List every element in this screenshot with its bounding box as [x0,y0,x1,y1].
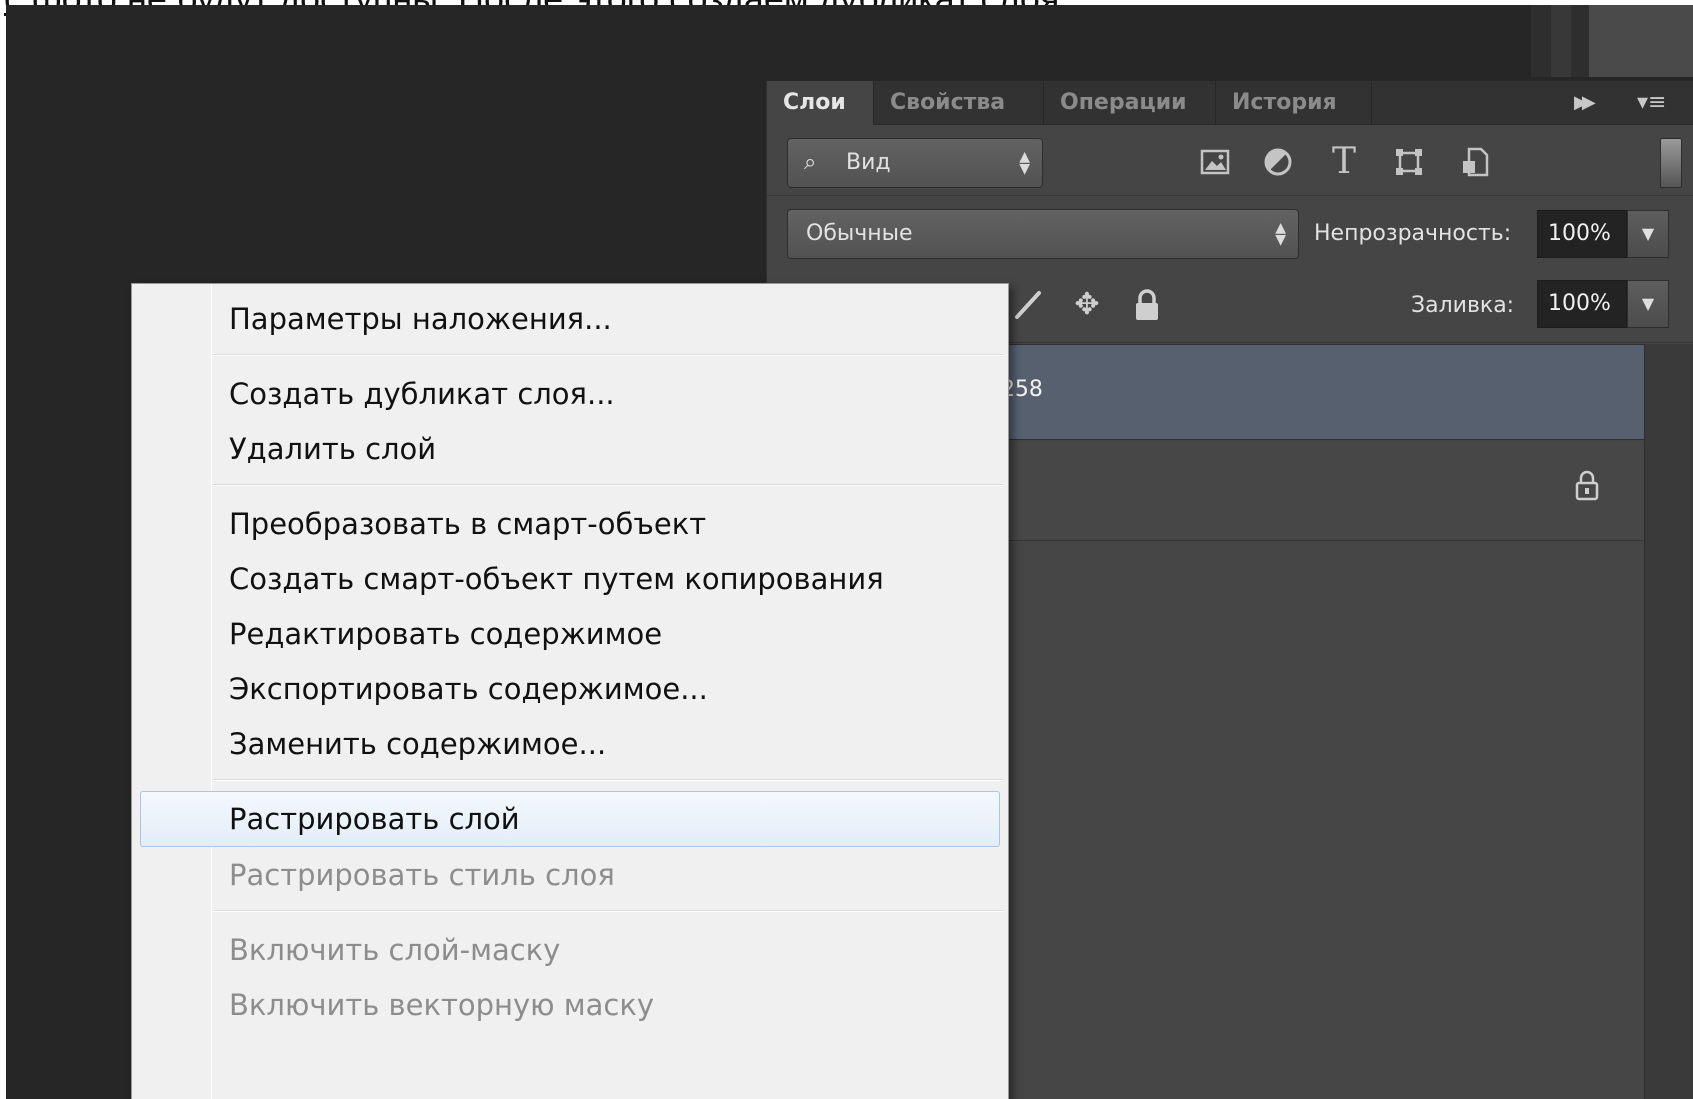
panel-tab-bar: Слои Свойства Операции История ▶▶ ▾≡ [767,81,1693,125]
tab-properties[interactable]: Свойства [874,81,1044,125]
menu-item-replace-contents[interactable]: Заменить содержимое... [140,716,1000,772]
filter-toggle-switch[interactable] [1660,138,1682,188]
blend-row: Обычные ▲ ▼ Непрозрачность: 100% ▼ [767,197,1693,267]
panel-dock-block [1589,5,1693,77]
menu-item-duplicate-layer[interactable]: Создать дубликат слоя... [140,366,1000,422]
menu-item-blending-options[interactable]: Параметры наложения... [140,291,1000,347]
photoshop-window: Слои Свойства Операции История ▶▶ ▾≡ ⌕ В… [6,5,1693,1099]
menu-item-export-contents[interactable]: Экспортировать содержимое... [140,661,1000,717]
layer-filter-row: ⌕ Вид ▲ ▼ T [767,126,1693,196]
search-icon: ⌕ [804,150,817,175]
shape-filter-icon[interactable] [1387,140,1431,184]
menu-item-convert-to-smart-object[interactable]: Преобразовать в смарт-объект [140,496,1000,552]
menu-separator [213,484,1003,486]
fill-input[interactable]: 100% [1537,280,1627,328]
type-filter-icon[interactable]: T [1322,140,1366,184]
tab-layers[interactable]: Слои [767,81,874,125]
filter-kind-value: Вид [846,150,891,175]
tab-history[interactable]: История [1216,81,1372,125]
chevron-down-icon[interactable]: ▼ [1627,210,1669,258]
menu-item-new-smart-object-via-copy[interactable]: Создать смарт-объект путем копирования [140,551,1000,607]
chevron-down-icon[interactable]: ▼ [1627,280,1669,328]
filter-kind-select[interactable]: ⌕ Вид ▲ ▼ [787,138,1043,188]
menu-item-enable-layer-mask[interactable]: Включить слой-маску [140,922,1000,978]
adjustment-filter-icon[interactable] [1256,140,1300,184]
fill-label: Заливка: [1411,293,1515,318]
menu-item-rasterize-layer-style[interactable]: Растрировать стиль слоя [140,847,1000,903]
menu-item-enable-vector-mask[interactable]: Включить векторную маску [140,977,1000,1033]
updown-arrows-icon: ▲ ▼ [1275,220,1286,248]
lock-all-icon[interactable] [1125,283,1169,327]
opacity-input[interactable]: 100% [1537,210,1627,258]
menu-item-edit-contents[interactable]: Редактировать содержимое [140,606,1000,662]
panel-scrollbar[interactable] [1644,344,1693,1099]
panel-menu-icon[interactable]: ▾≡ [1637,89,1687,117]
lock-position-icon[interactable]: ✥ [1065,283,1109,327]
menu-item-delete-layer[interactable]: Удалить слой [140,421,1000,477]
blend-mode-value: Обычные [806,221,913,246]
workspace-top-strip [1531,5,1693,77]
menu-separator [213,779,1003,781]
tab-actions[interactable]: Операции [1044,81,1216,125]
updown-arrows-icon: ▲ ▼ [1019,149,1030,177]
smart-object-filter-icon[interactable] [1453,140,1497,184]
pixel-layer-filter-icon[interactable] [1193,140,1237,184]
panel-dock-separator [1551,5,1571,77]
layer-context-menu: Параметры наложения... Создать дубликат … [131,283,1009,1099]
lock-icon [1567,469,1607,509]
menu-separator [213,910,1003,912]
blend-mode-select[interactable]: Обычные ▲ ▼ [787,209,1299,259]
opacity-label: Непрозрачность: [1314,221,1512,246]
double-chevron-right-icon[interactable]: ▶▶ [1574,89,1610,117]
menu-item-rasterize-layer[interactable]: Растрировать слой [140,791,1000,847]
lock-pixels-icon[interactable] [1007,283,1051,327]
menu-separator [213,354,1003,356]
